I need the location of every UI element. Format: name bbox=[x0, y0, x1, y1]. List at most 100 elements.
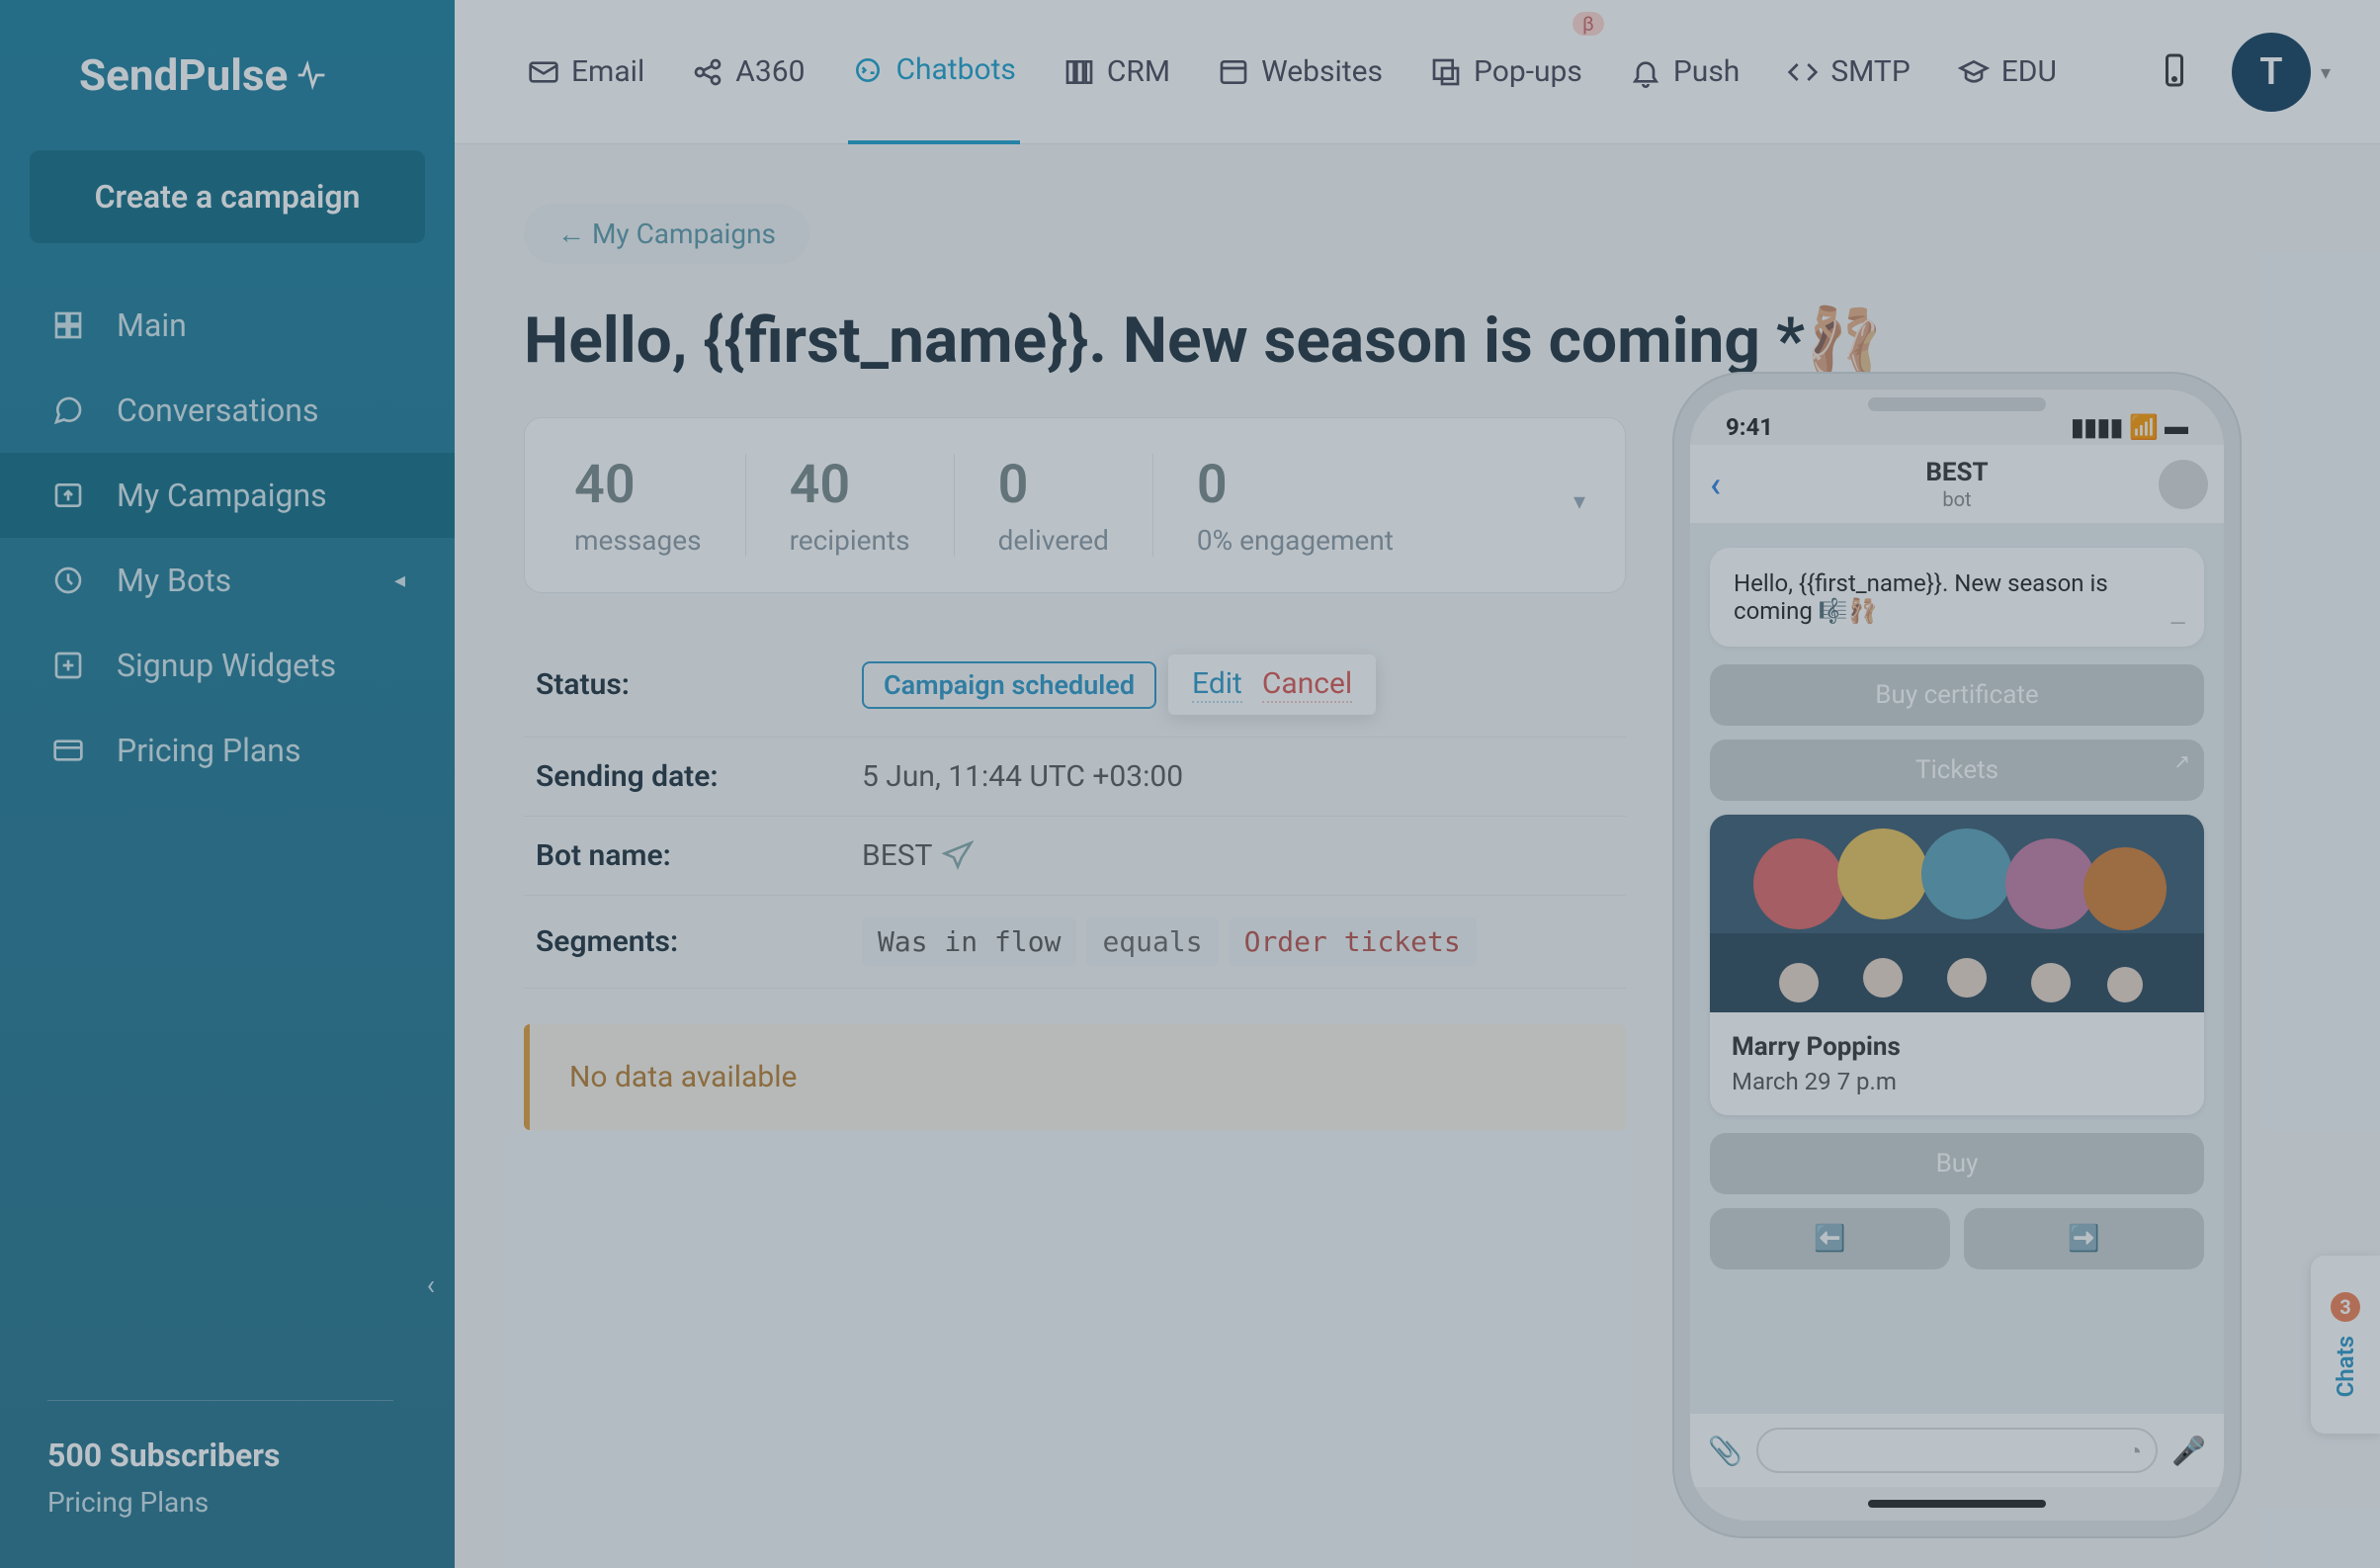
topnav-label: A360 bbox=[735, 54, 805, 89]
stat-messages: 40 messages bbox=[564, 454, 746, 557]
grid-icon bbox=[49, 306, 87, 344]
sidebar-item-my-campaigns[interactable]: My Campaigns bbox=[0, 453, 455, 538]
preview-button-prev[interactable]: ⬅️ bbox=[1710, 1208, 1950, 1269]
brand-logo[interactable]: SendPulse bbox=[0, 0, 455, 131]
chats-side-tab[interactable]: 3 Chats bbox=[2311, 1256, 2380, 1434]
chat-body: Hello, {{first_name}}. New season is com… bbox=[1690, 524, 2224, 1414]
preview-button-next[interactable]: ➡️ bbox=[1964, 1208, 2204, 1269]
sidebar-item-label: Main bbox=[117, 306, 187, 344]
card-image bbox=[1710, 815, 2204, 1012]
page-title: Hello, {{first_name}}. New season is com… bbox=[524, 304, 2311, 378]
bell-icon bbox=[1630, 56, 1661, 88]
preview-button-label: Tickets bbox=[1915, 755, 1998, 785]
mic-icon[interactable]: 🎤 bbox=[2171, 1435, 2206, 1467]
detail-row-sending-date: Sending date: 5 Jun, 11:44 UTC +03:00 bbox=[524, 738, 1626, 817]
stat-value: 40 bbox=[790, 454, 910, 516]
popup-icon bbox=[1430, 56, 1462, 88]
topnav-chatbots[interactable]: Chatbots bbox=[848, 0, 1019, 144]
telegram-icon bbox=[942, 840, 974, 872]
stats-dropdown[interactable]: ▾ bbox=[1573, 487, 1585, 515]
detail-key: Sending date: bbox=[536, 759, 862, 794]
stat-label: recipients bbox=[790, 524, 910, 557]
preview-card: Marry Poppins March 29 7 p.m bbox=[1710, 815, 2204, 1115]
campaign-details: Status: Campaign scheduled Edit Cancel S… bbox=[524, 633, 1626, 989]
chat-header-sub: bot bbox=[1925, 487, 1988, 511]
topnav-label: CRM bbox=[1107, 54, 1170, 89]
detail-value: BEST bbox=[862, 838, 974, 873]
detail-key: Status: bbox=[536, 667, 862, 702]
window-icon bbox=[1218, 56, 1249, 88]
phone-status-icons: ▮▮▮▮ 📶 ▬ bbox=[2071, 412, 2188, 441]
mobile-icon[interactable] bbox=[2157, 52, 2192, 92]
sidebar-nav: Main Conversations My Campaigns My Bots … bbox=[0, 283, 455, 1400]
topnav-label: Chatbots bbox=[895, 52, 1015, 87]
sidebar-item-signup-widgets[interactable]: Signup Widgets bbox=[0, 623, 455, 708]
battery-icon: ▬ bbox=[2165, 412, 2188, 441]
card-icon bbox=[49, 732, 87, 769]
home-indicator bbox=[1690, 1487, 2224, 1521]
topnav-push[interactable]: Push bbox=[1626, 0, 1743, 144]
chats-count-badge: 3 bbox=[2331, 1292, 2360, 1322]
topnav-label: Websites bbox=[1261, 54, 1383, 89]
sidebar-item-label: Signup Widgets bbox=[117, 647, 336, 684]
stat-label: messages bbox=[574, 524, 702, 557]
sidebar-item-label: My Campaigns bbox=[117, 477, 327, 514]
sidebar-item-label: Pricing Plans bbox=[117, 732, 300, 769]
topnav-popups[interactable]: Pop-ups β bbox=[1426, 0, 1586, 144]
breadcrumb-back[interactable]: ← My Campaigns bbox=[524, 204, 809, 264]
chat-icon bbox=[49, 392, 87, 429]
topnav-websites[interactable]: Websites bbox=[1214, 0, 1387, 144]
clock-icon bbox=[49, 562, 87, 599]
stat-value: 0 bbox=[1197, 454, 1394, 516]
stat-recipients: 40 recipients bbox=[746, 454, 955, 557]
phone-preview: 9:41 ▮▮▮▮ 📶 ▬ ‹ BEST bot bbox=[1672, 372, 2242, 1538]
topbar: Email A360 Chatbots CRM Websites Pop-ups… bbox=[455, 0, 2380, 144]
sidebar-item-main[interactable]: Main bbox=[0, 283, 455, 368]
account-menu[interactable]: T ▾ bbox=[2232, 33, 2331, 112]
detail-key: Bot name: bbox=[536, 838, 862, 873]
stat-delivered: 0 delivered bbox=[955, 454, 1153, 557]
sticker-icon[interactable]: ◔ bbox=[2128, 1437, 2143, 1466]
main-content: ← My Campaigns Hello, {{first_name}}. Ne… bbox=[455, 144, 2380, 1568]
chat-text-input[interactable]: ◔ bbox=[1756, 1428, 2158, 1473]
topnav-email[interactable]: Email bbox=[524, 0, 648, 144]
avatar-initial: T bbox=[2259, 50, 2282, 94]
stat-engagement: 0 0% engagement bbox=[1153, 454, 1437, 557]
chat-header: ‹ BEST bot bbox=[1690, 445, 2224, 524]
chat-inputbar: 📎 ◔ 🎤 bbox=[1690, 1414, 2224, 1487]
external-link-icon: ↗ bbox=[2173, 749, 2190, 773]
graduation-icon bbox=[1958, 56, 1990, 88]
chat-header-avatar[interactable] bbox=[2159, 460, 2208, 509]
topnav-label: Push bbox=[1673, 54, 1740, 89]
sidebar-collapse-button[interactable]: ‹ bbox=[427, 1268, 435, 1301]
preview-button-buy[interactable]: Buy bbox=[1710, 1133, 2204, 1194]
status-pill: Campaign scheduled bbox=[862, 661, 1156, 709]
topnav-label: SMTP bbox=[1830, 54, 1910, 89]
brand-text: SendPulse bbox=[79, 49, 288, 101]
cancel-link[interactable]: Cancel bbox=[1262, 666, 1352, 703]
beta-badge: β bbox=[1572, 12, 1604, 36]
topnav-crm[interactable]: CRM bbox=[1060, 0, 1174, 144]
detail-row-status: Status: Campaign scheduled Edit Cancel bbox=[524, 633, 1626, 738]
chevron-down-icon: ▾ bbox=[2321, 60, 2331, 84]
stat-label: 0% engagement bbox=[1197, 524, 1394, 557]
topnav-smtp[interactable]: SMTP bbox=[1783, 0, 1913, 144]
edit-link[interactable]: Edit bbox=[1192, 666, 1242, 703]
sidebar-item-conversations[interactable]: Conversations bbox=[0, 368, 455, 453]
preview-button-tickets[interactable]: Tickets ↗ bbox=[1710, 740, 2204, 801]
sidebar-item-pricing-plans[interactable]: Pricing Plans bbox=[0, 708, 455, 793]
chats-tab-label: Chats bbox=[2332, 1336, 2359, 1397]
detail-row-bot-name: Bot name: BEST bbox=[524, 817, 1626, 896]
preview-button-certificate[interactable]: Buy certificate bbox=[1710, 664, 2204, 726]
chat-header-name: BEST bbox=[1925, 458, 1988, 487]
topnav-edu[interactable]: EDU bbox=[1954, 0, 2061, 144]
segment-chip-field: Was in flow bbox=[862, 917, 1076, 966]
attach-icon[interactable]: 📎 bbox=[1708, 1435, 1742, 1467]
bot-name-text: BEST bbox=[862, 838, 932, 873]
create-campaign-button[interactable]: Create a campaign bbox=[30, 150, 425, 243]
back-icon[interactable]: ‹ bbox=[1710, 464, 1721, 505]
avatar: T bbox=[2232, 33, 2311, 112]
pricing-plans-link[interactable]: Pricing Plans bbox=[47, 1486, 407, 1519]
sidebar-item-my-bots[interactable]: My Bots ◂ bbox=[0, 538, 455, 623]
topnav-a360[interactable]: A360 bbox=[688, 0, 808, 144]
